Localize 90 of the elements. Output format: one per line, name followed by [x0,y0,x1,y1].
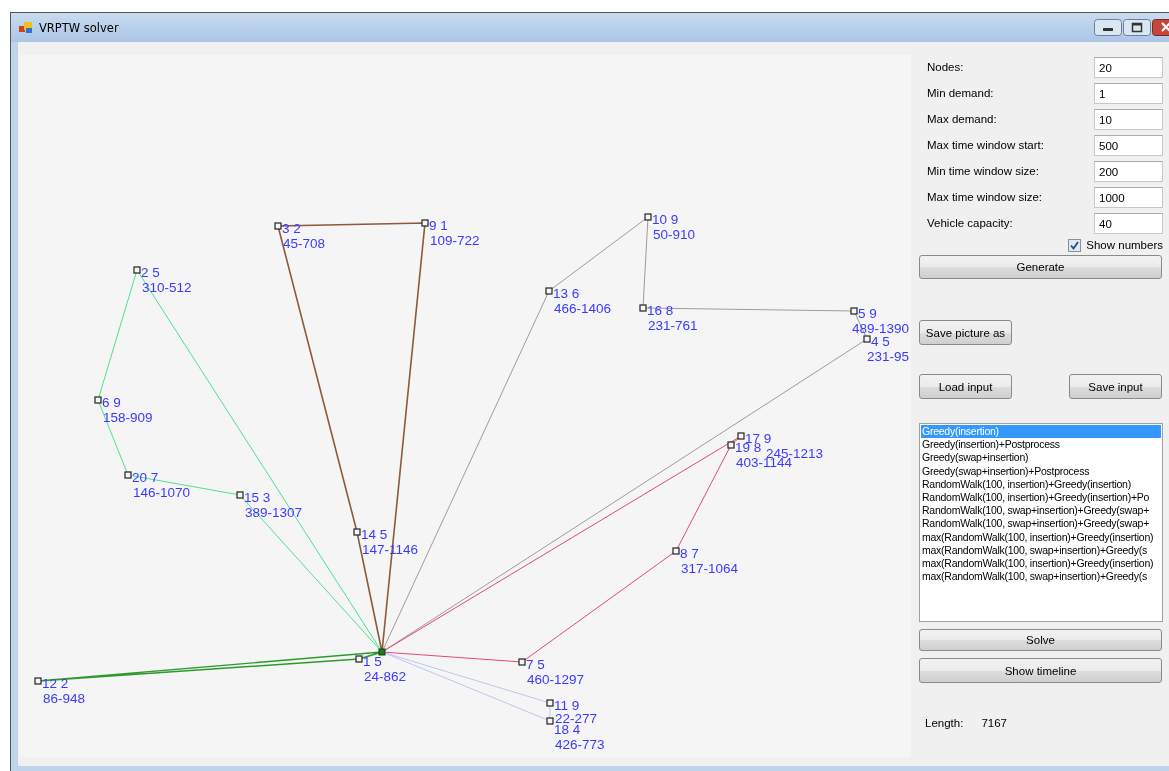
setting-label: Min time window size: [927,164,1040,179]
node-label: 7 5 [526,657,545,672]
node-marker [644,213,652,221]
node-marker [353,528,361,536]
time-window-label: 45-708 [283,236,326,251]
time-window-label: 50-910 [653,227,696,242]
time-window-label: 24-862 [364,669,407,684]
algorithm-item[interactable]: Greedy(swap+insertion) [921,451,1161,465]
setting-label: Min demand: [927,86,995,101]
time-window-label: 466-1406 [554,301,612,316]
algorithm-item[interactable]: RandomWalk(100, insertion)+Greedy(insertion)+Po [921,491,1161,505]
app-icon [19,21,33,34]
generate-button[interactable]: Generate [919,255,1162,279]
node-label: 14 5 [361,527,388,542]
algorithm-item[interactable]: Greedy(swap+insertion)+Postprocess [921,464,1161,478]
input-field[interactable]: 1000 [1094,187,1163,208]
length-value: 7167 [981,717,1007,729]
input-field[interactable]: 200 [1094,161,1163,182]
input-field[interactable]: 500 [1094,135,1163,156]
time-window-label: 86-948 [43,691,86,706]
node-label: 6 9 [102,395,121,410]
node-marker [863,335,871,343]
node-marker [94,396,102,404]
setting-label: Vehicle capacity: [927,216,1014,231]
minimize-button[interactable] [1094,19,1122,36]
time-window-label: 231-95 [866,349,909,364]
show-timeline-button[interactable]: Show timeline [919,658,1162,683]
solve-button[interactable]: Solve [919,629,1162,651]
node-label: 4 5 [871,334,890,349]
window-title: VRPTW solver [39,20,119,35]
setting-label: Max time window start: [927,138,1045,153]
node-label: 11 9 [554,698,580,713]
time-window-label: 310-512 [142,280,192,295]
time-window-label: 109-722 [430,233,480,248]
node-marker [737,432,745,440]
node-label: 5 9 [858,306,877,321]
node-marker [850,307,858,315]
time-window-label: 317-1064 [681,561,739,576]
input-field[interactable]: 1 [1094,83,1163,104]
input-field[interactable]: 10 [1094,109,1163,130]
node-marker [274,222,282,230]
node-label: 8 7 [680,546,699,561]
checkbox-label[interactable]: Show numbers [1086,239,1163,251]
node-label: 2 5 [141,265,160,280]
node-marker [124,471,132,479]
setting-label: Nodes: [927,60,965,75]
time-window-label: 146-1070 [133,485,191,500]
node-marker [133,266,141,274]
node-marker [421,219,429,227]
depot-marker [378,648,386,656]
time-window-label: 460-1297 [527,672,585,687]
node-marker [236,491,244,499]
node-marker [355,655,363,663]
time-window-label: 158-909 [103,410,153,425]
algorithm-item[interactable]: RandomWalk(100, insertion)+Greedy(insertion) [921,477,1161,491]
algorithm-item[interactable]: RandomWalk(100, swap+insertion)+Greedy(swap+ [921,504,1161,518]
node-label: 10 9 [652,212,679,227]
node-marker [34,677,42,685]
node-marker [546,699,554,707]
algorithm-item[interactable]: max(RandomWalk(100, swap+insertion)+Greedy(s [921,570,1161,584]
show-numbers-checkbox[interactable] [1068,238,1082,252]
maximize-button[interactable] [1123,19,1151,36]
algorithm-item[interactable]: max(RandomWalk(100, swap+insertion)+Greedy(s [921,543,1161,558]
node-marker [672,547,680,555]
node-marker [546,717,554,725]
time-window-label: 426-773 [555,737,605,752]
time-window-label: 389-1307 [245,505,303,520]
save-input-button[interactable]: Save input [1069,374,1162,399]
algorithm-item[interactable]: max(RandomWalk(100, insertion)+Greedy(insertion) [921,557,1161,571]
node-label: 9 1 [429,218,448,233]
algorithm-item[interactable]: max(RandomWalk(100, insertion)+Greedy(insertion) [921,530,1161,544]
time-window-label: 231-761 [648,318,698,333]
load-input-button[interactable]: Load input [919,374,1012,399]
algorithm-item[interactable]: RandomWalk(100, swap+insertion)+Greedy(swap+ [921,517,1161,531]
input-field[interactable]: 20 [1094,57,1163,78]
time-window-label: 489-1390 [851,321,909,336]
node-marker [727,441,735,449]
node-label: 13 6 [553,286,580,301]
node-marker [639,304,647,312]
length-label: Length: [925,717,964,729]
setting-label: Max time window size: [927,190,1044,205]
node-label: 1 5 [363,654,382,669]
algorithm-item[interactable]: Greedy(insertion)+Postprocess [921,438,1161,452]
setting-label: Max demand: [927,112,998,127]
node-marker [545,287,553,295]
save-picture-button[interactable]: Save picture as [919,320,1012,345]
node-label: 16 8 [647,303,674,318]
node-marker [518,658,526,666]
input-field[interactable]: 40 [1094,213,1163,234]
node-label: 15 3 [244,490,271,505]
